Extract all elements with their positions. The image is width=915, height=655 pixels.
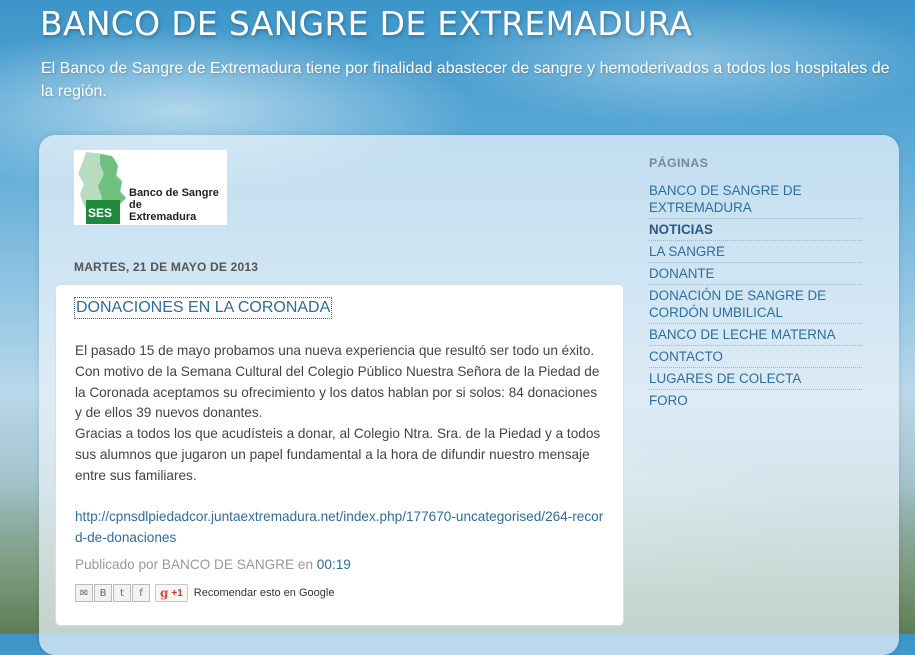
post-date: MARTES, 21 DE MAYO DE 2013 [74, 260, 259, 274]
facebook-share-icon[interactable]: f [132, 584, 150, 602]
ses-logo[interactable]: SES Banco de Sangre de Extremadura [74, 150, 227, 225]
page-link-contacto[interactable]: CONTACTO [649, 346, 862, 368]
pages-list: BANCO DE SANGRE DE EXTREMADURA NOTICIAS … [649, 180, 862, 411]
email-share-icon[interactable]: ✉ [75, 584, 93, 602]
logo-line-3: Extremadura [129, 211, 197, 223]
post-paragraph-2: Gracias a todos los que acudísteis a don… [75, 426, 601, 483]
blogger-share-icon[interactable]: B [94, 584, 112, 602]
post-body: El pasado 15 de mayo probamos una nueva … [75, 341, 605, 487]
post-author[interactable]: BANCO DE SANGRE [162, 557, 294, 572]
page-link-la-sangre[interactable]: LA SANGRE [649, 241, 862, 263]
blog-description: El Banco de Sangre de Extremadura tiene … [41, 60, 890, 100]
page-link-foro[interactable]: FORO [649, 390, 862, 411]
logo-text: Banco de Sangre de Extremadura [129, 187, 219, 223]
post-paragraph-1: El pasado 15 de mayo probamos una nueva … [75, 343, 600, 421]
recommend-text: Recomendar esto en Google [193, 587, 335, 599]
page-link-donante[interactable]: DONANTE [649, 263, 862, 285]
google-plusone-button[interactable]: g +1 [155, 584, 188, 602]
logo-line-1: Banco de Sangre [129, 187, 219, 199]
page-link-leche-materna[interactable]: BANCO DE LECHE MATERNA [649, 324, 862, 346]
plusone-label: +1 [171, 587, 183, 599]
blog-title[interactable]: BANCO DE SANGRE DE EXTREMADURA [40, 4, 692, 43]
page-link-lugares-de-colecta[interactable]: LUGARES DE COLECTA [649, 368, 862, 390]
pages-widget-title: PÁGINAS [649, 156, 709, 170]
page-link-cordon-umbilical[interactable]: DONACIÓN DE SANGRE DE CORDÓN UMBILICAL [649, 285, 862, 324]
post-footer: Publicado por BANCO DE SANGRE en 00:19 [75, 556, 351, 574]
logo-badge: SES [88, 206, 113, 220]
post-external-link[interactable]: http://cpnsdlpiedadcor.juntaextremadura.… [75, 507, 605, 549]
published-at-label: en [297, 557, 314, 572]
post-time-link[interactable]: 00:19 [317, 557, 351, 572]
page-link-banco-de-sangre[interactable]: BANCO DE SANGRE DE EXTREMADURA [649, 180, 862, 219]
published-by-label: Publicado por [75, 557, 159, 572]
post-title-link[interactable]: DONACIONES EN LA CORONADA [74, 297, 333, 319]
page-link-noticias[interactable]: NOTICIAS [649, 219, 862, 241]
google-plus-icon: g [160, 586, 169, 600]
twitter-share-icon[interactable]: t [113, 584, 131, 602]
logo-line-2: de [129, 199, 142, 211]
share-toolbar: ✉ B t f g +1 Recomendar esto en Google [75, 584, 334, 602]
